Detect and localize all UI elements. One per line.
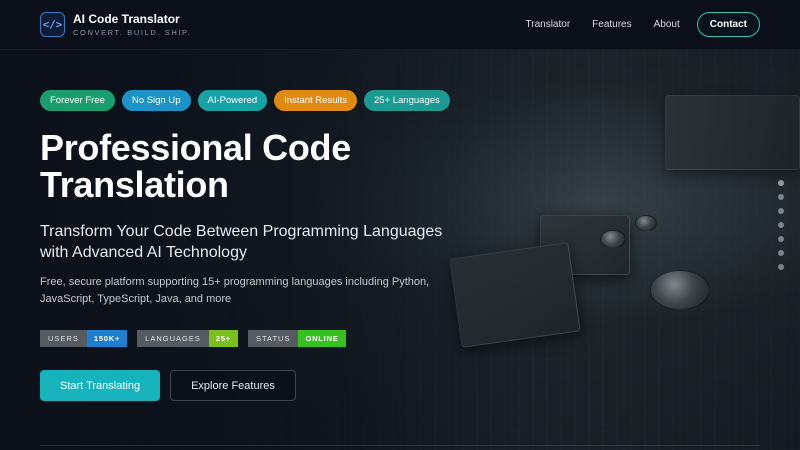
badge-value: 25+ xyxy=(208,330,238,347)
contact-button[interactable]: Contact xyxy=(696,12,760,37)
carousel-dot[interactable] xyxy=(778,194,784,200)
nav-link-translator[interactable]: Translator xyxy=(526,19,571,30)
cta-group: Start Translating Explore Features xyxy=(40,370,480,401)
divider xyxy=(40,445,760,446)
pill-ai-powered: AI-Powered xyxy=(197,90,268,111)
carousel-dot[interactable] xyxy=(778,250,784,256)
hero-description: Free, secure platform supporting 15+ pro… xyxy=(40,276,430,305)
start-translating-button[interactable]: Start Translating xyxy=(40,370,161,401)
hero-subtitle: Transform Your Code Between Programming … xyxy=(40,223,443,261)
stats-badges: USERS 150K+ LANGUAGES 25+ STATUS ONLINE xyxy=(40,330,480,347)
carousel-dot[interactable] xyxy=(778,264,784,270)
pill-instant-results: Instant Results xyxy=(274,90,357,111)
carousel-dot[interactable] xyxy=(778,208,784,214)
code-brackets-icon[interactable]: </> xyxy=(40,12,65,37)
brand[interactable]: AI Code Translator CONVERT. BUILD. SHIP. xyxy=(73,12,191,37)
hero-content: Forever Free No Sign Up AI-Powered Insta… xyxy=(40,90,480,401)
explore-features-button[interactable]: Explore Features xyxy=(170,370,296,401)
pill-forever-free: Forever Free xyxy=(40,90,115,111)
site-header: </> AI Code Translator CONVERT. BUILD. S… xyxy=(0,0,800,50)
main-nav: Translator Features About Contact xyxy=(526,12,760,37)
carousel-dot[interactable] xyxy=(778,222,784,228)
carousel-dot[interactable] xyxy=(778,236,784,242)
status-badge: STATUS ONLINE xyxy=(247,330,346,347)
badge-key: STATUS xyxy=(247,330,299,347)
page-title: Professional Code Translation xyxy=(40,127,351,205)
badge-key: USERS xyxy=(40,330,87,347)
carousel-dot[interactable] xyxy=(778,180,784,186)
nav-link-about[interactable]: About xyxy=(654,19,680,30)
feature-pills: Forever Free No Sign Up AI-Powered Insta… xyxy=(40,90,480,111)
users-badge: USERS 150K+ xyxy=(40,330,128,347)
brand-tagline: CONVERT. BUILD. SHIP. xyxy=(73,28,192,37)
brand-name: AI Code Translator xyxy=(73,12,180,26)
badge-value: 150K+ xyxy=(86,330,128,347)
badge-key: LANGUAGES xyxy=(137,330,209,347)
carousel-dots xyxy=(778,180,784,270)
nav-link-features[interactable]: Features xyxy=(592,19,631,30)
pill-no-sign-up: No Sign Up xyxy=(121,90,191,111)
pill-languages: 25+ Languages xyxy=(363,90,450,111)
badge-value: ONLINE xyxy=(298,330,346,347)
languages-badge: LANGUAGES 25+ xyxy=(137,330,238,347)
